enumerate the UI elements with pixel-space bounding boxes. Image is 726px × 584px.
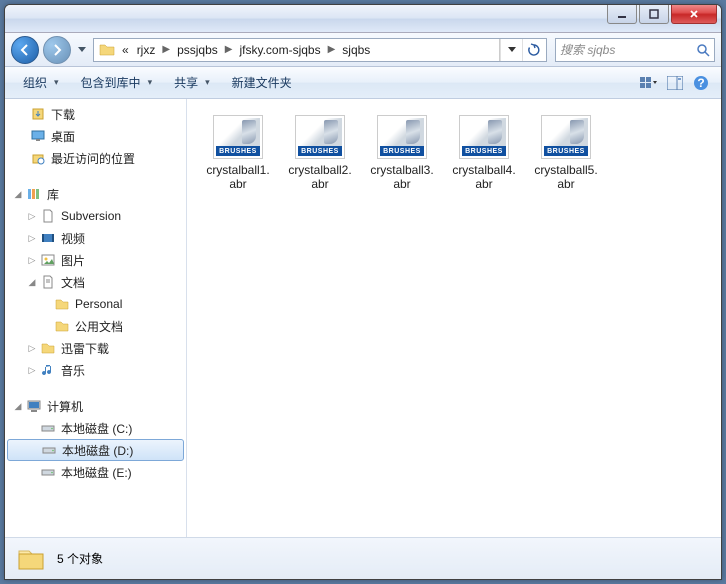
folder-icon bbox=[53, 317, 71, 335]
preview-pane-button[interactable] bbox=[663, 71, 687, 95]
desktop-icon bbox=[29, 127, 47, 145]
collapse-icon[interactable]: ◢ bbox=[11, 187, 25, 201]
chevron-right-icon[interactable]: ▶ bbox=[325, 44, 339, 55]
breadcrumb-item[interactable]: rjxz bbox=[133, 39, 160, 61]
status-bar: 5 个对象 bbox=[5, 537, 721, 579]
computer-icon bbox=[25, 397, 43, 415]
refresh-button[interactable] bbox=[522, 39, 544, 61]
address-bar[interactable]: « rjxz▶ pssjqbs▶ jfsky.com-sjqbs▶ sjqbs bbox=[93, 38, 547, 62]
status-text: 5 个对象 bbox=[57, 550, 103, 567]
folder-icon bbox=[15, 543, 47, 575]
sidebar-drive-c[interactable]: 本地磁盘 (C:) bbox=[5, 417, 186, 439]
drive-icon bbox=[39, 419, 57, 437]
expand-icon[interactable]: ▷ bbox=[25, 363, 39, 377]
file-name: crystalball3.abr bbox=[367, 163, 437, 192]
file-thumbnail: BRUSHES bbox=[295, 115, 345, 159]
folder-icon bbox=[53, 295, 71, 313]
close-button[interactable] bbox=[671, 4, 717, 24]
file-name: crystalball1.abr bbox=[203, 163, 273, 192]
svg-text:?: ? bbox=[697, 76, 704, 90]
document-icon bbox=[39, 273, 57, 291]
nav-bar: « rjxz▶ pssjqbs▶ jfsky.com-sjqbs▶ sjqbs … bbox=[5, 33, 721, 67]
expand-icon[interactable]: ▷ bbox=[25, 209, 39, 223]
file-thumbnail: BRUSHES bbox=[213, 115, 263, 159]
sidebar-drive-d[interactable]: 本地磁盘 (D:) bbox=[7, 439, 184, 461]
sidebar-computer[interactable]: ◢计算机 bbox=[5, 395, 186, 417]
file-list[interactable]: BRUSHES crystalball1.abr BRUSHES crystalba… bbox=[187, 99, 721, 537]
search-placeholder: 搜索 sjqbs bbox=[560, 41, 615, 58]
music-icon bbox=[39, 361, 57, 379]
search-input[interactable]: 搜索 sjqbs bbox=[555, 38, 715, 62]
chevron-right-icon[interactable]: ▶ bbox=[159, 44, 173, 55]
file-item[interactable]: BRUSHES crystalball4.abr bbox=[445, 111, 523, 196]
forward-button[interactable] bbox=[43, 36, 71, 64]
sidebar-recent[interactable]: 最近访问的位置 bbox=[5, 147, 186, 169]
sidebar-personal[interactable]: Personal bbox=[5, 293, 186, 315]
file-thumbnail: BRUSHES bbox=[541, 115, 591, 159]
folder-icon bbox=[98, 41, 116, 59]
drive-icon bbox=[40, 441, 58, 459]
explorer-window: « rjxz▶ pssjqbs▶ jfsky.com-sjqbs▶ sjqbs … bbox=[4, 4, 722, 580]
sidebar-videos[interactable]: ▷视频 bbox=[5, 227, 186, 249]
collapse-icon[interactable]: ◢ bbox=[11, 399, 25, 413]
file-item[interactable]: BRUSHES crystalball3.abr bbox=[363, 111, 441, 196]
address-dropdown-button[interactable] bbox=[500, 39, 522, 61]
pictures-icon bbox=[39, 251, 57, 269]
sidebar-desktop[interactable]: 桌面 bbox=[5, 125, 186, 147]
sidebar-music[interactable]: ▷音乐 bbox=[5, 359, 186, 381]
sidebar-documents[interactable]: ◢文档 bbox=[5, 271, 186, 293]
maximize-button[interactable] bbox=[639, 4, 669, 24]
sidebar-downloads[interactable]: 下载 bbox=[5, 103, 186, 125]
expand-icon[interactable]: ▷ bbox=[25, 341, 39, 355]
search-icon bbox=[696, 43, 710, 57]
file-name: crystalball2.abr bbox=[285, 163, 355, 192]
drive-icon bbox=[39, 463, 57, 481]
file-item[interactable]: BRUSHES crystalball2.abr bbox=[281, 111, 359, 196]
new-folder-button[interactable]: 新建文件夹 bbox=[222, 70, 302, 95]
expand-icon[interactable]: ▷ bbox=[25, 231, 39, 245]
organize-menu[interactable]: 组织 bbox=[13, 70, 69, 95]
minimize-button[interactable] bbox=[607, 4, 637, 24]
downloads-icon bbox=[29, 105, 47, 123]
include-library-menu[interactable]: 包含到库中 bbox=[71, 70, 163, 95]
document-icon bbox=[39, 207, 57, 225]
file-item[interactable]: BRUSHES crystalball1.abr bbox=[199, 111, 277, 196]
libraries-icon bbox=[25, 185, 43, 203]
file-name: crystalball4.abr bbox=[449, 163, 519, 192]
back-button[interactable] bbox=[11, 36, 39, 64]
recent-icon bbox=[29, 149, 47, 167]
navigation-pane: 下载 桌面 最近访问的位置 ◢库 ▷Subversion ▷视频 ▷图片 ◢文档… bbox=[5, 99, 187, 537]
collapse-icon[interactable]: ◢ bbox=[25, 275, 39, 289]
breadcrumb-item[interactable]: jfsky.com-sjqbs bbox=[235, 39, 324, 61]
help-button[interactable]: ? bbox=[689, 71, 713, 95]
file-name: crystalball5.abr bbox=[531, 163, 601, 192]
sidebar-public-docs[interactable]: 公用文档 bbox=[5, 315, 186, 337]
view-options-button[interactable] bbox=[637, 71, 661, 95]
breadcrumb-item[interactable]: sjqbs bbox=[338, 39, 374, 61]
sidebar-subversion[interactable]: ▷Subversion bbox=[5, 205, 186, 227]
sidebar-drive-e[interactable]: 本地磁盘 (E:) bbox=[5, 461, 186, 483]
sidebar-pictures[interactable]: ▷图片 bbox=[5, 249, 186, 271]
file-item[interactable]: BRUSHES crystalball5.abr bbox=[527, 111, 605, 196]
file-thumbnail: BRUSHES bbox=[459, 115, 509, 159]
expand-icon[interactable]: ▷ bbox=[25, 253, 39, 267]
titlebar[interactable] bbox=[5, 5, 721, 33]
chevron-right-icon[interactable]: ▶ bbox=[222, 44, 236, 55]
breadcrumb-item[interactable]: pssjqbs bbox=[173, 39, 222, 61]
sidebar-libraries[interactable]: ◢库 bbox=[5, 183, 186, 205]
breadcrumb-overflow[interactable]: « bbox=[118, 39, 133, 61]
sidebar-xunlei[interactable]: ▷迅雷下载 bbox=[5, 337, 186, 359]
nav-history-dropdown[interactable] bbox=[75, 47, 89, 53]
video-icon bbox=[39, 229, 57, 247]
folder-icon bbox=[39, 339, 57, 357]
share-menu[interactable]: 共享 bbox=[164, 70, 220, 95]
toolbar: 组织 包含到库中 共享 新建文件夹 ? bbox=[5, 67, 721, 99]
file-thumbnail: BRUSHES bbox=[377, 115, 427, 159]
